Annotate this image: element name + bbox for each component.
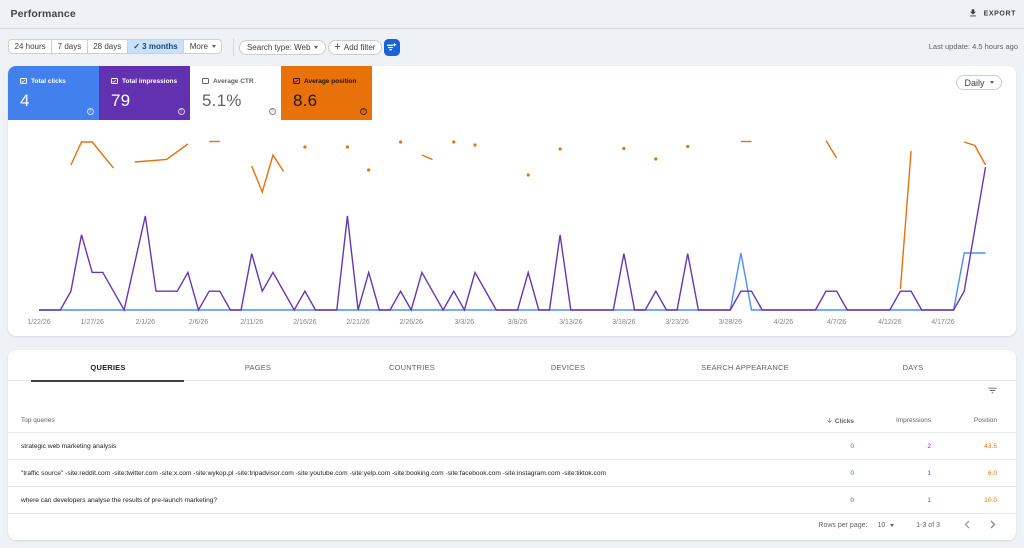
- svg-text:2/16/26: 2/16/26: [293, 319, 316, 326]
- svg-text:1/22/26: 1/22/26: [27, 319, 50, 326]
- svg-text:4/17/26: 4/17/26: [931, 319, 954, 326]
- svg-text:4/7/26: 4/7/26: [827, 319, 847, 326]
- svg-text:2/26/26: 2/26/26: [400, 319, 423, 326]
- svg-text:3/3/26: 3/3/26: [455, 319, 475, 326]
- svg-text:2/1/26: 2/1/26: [136, 319, 156, 326]
- svg-text:4/12/26: 4/12/26: [878, 319, 901, 326]
- svg-text:2/21/26: 2/21/26: [346, 319, 369, 326]
- svg-text:1/27/26: 1/27/26: [81, 319, 104, 326]
- svg-text:3/28/26: 3/28/26: [719, 319, 742, 326]
- svg-text:3/8/26: 3/8/26: [508, 319, 528, 326]
- svg-text:3/18/26: 3/18/26: [612, 319, 635, 326]
- svg-text:2/6/26: 2/6/26: [189, 319, 209, 326]
- svg-text:4/2/26: 4/2/26: [774, 319, 794, 326]
- svg-text:3/13/26: 3/13/26: [559, 319, 582, 326]
- svg-text:3/23/26: 3/23/26: [665, 319, 688, 326]
- svg-text:2/11/26: 2/11/26: [240, 319, 263, 326]
